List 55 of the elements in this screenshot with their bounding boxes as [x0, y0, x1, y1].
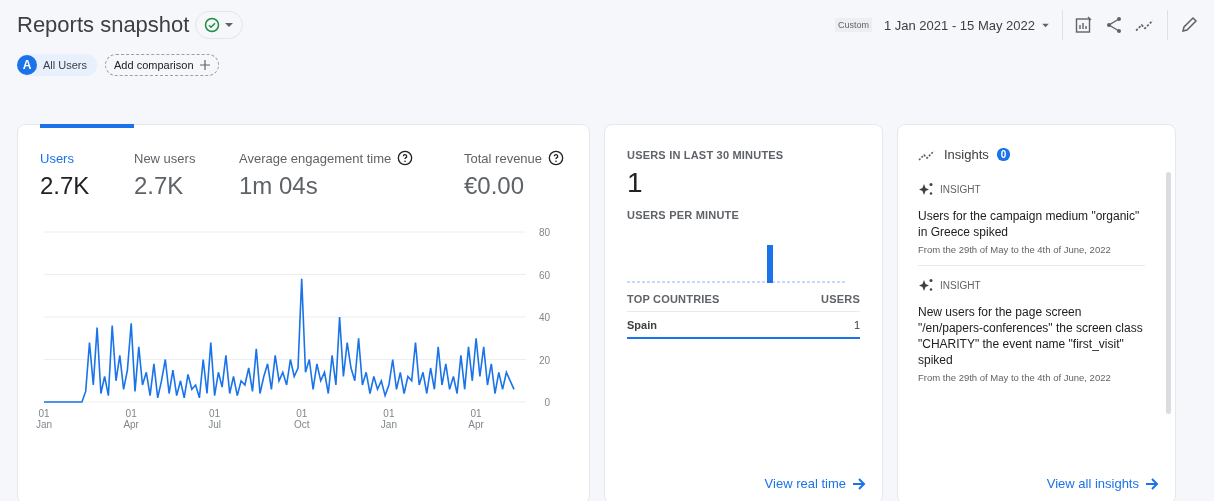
page-title: Reports snapshot: [17, 12, 190, 38]
scrollbar[interactable]: [1166, 172, 1171, 414]
edit-icon[interactable]: [1180, 16, 1198, 34]
check-circle-icon: [204, 17, 221, 33]
realtime-value: 1: [627, 167, 644, 199]
segment-chip[interactable]: A All Users: [17, 54, 97, 76]
insight-date: From the 29th of May to the 4th of June, 2022: [918, 372, 1112, 383]
share-icon[interactable]: [1105, 16, 1123, 34]
sparkle-icon: [918, 182, 934, 196]
plus-icon: [199, 60, 210, 70]
realtime-title: USERS IN LAST 30 MINUTES: [627, 149, 785, 161]
insight-text: Users for the campaign medium "organic" in Greece spiked: [918, 208, 1141, 240]
axis-tick-label: 01 Apr: [468, 408, 484, 430]
caret-icon: [1041, 22, 1050, 28]
arrow-right-icon: [1145, 477, 1159, 490]
date-preset-label: Custom: [834, 18, 872, 32]
help-icon[interactable]: [548, 150, 565, 166]
axis-tick-label: 0: [544, 397, 550, 408]
insights-count: 0: [996, 148, 1011, 161]
metric-tab[interactable]: New users 2.7K: [134, 124, 239, 200]
segment-label: All Users: [43, 59, 87, 71]
insight-tag: INSIGHT: [940, 279, 981, 291]
column-header: TOP COUNTRIES: [627, 293, 720, 305]
date-range-picker[interactable]: 1 Jan 2021 - 15 May 2022: [883, 17, 1050, 33]
metric-tab[interactable]: Users 2.7K: [40, 124, 134, 200]
axis-tick-label: 01 Oct: [293, 408, 310, 430]
view-real-time-link[interactable]: View real time: [764, 476, 866, 491]
segment-letter: A: [17, 55, 37, 75]
axis-tick-label: 01 Jul: [208, 408, 221, 430]
axis-tick-label: 40: [538, 312, 550, 323]
status-dropdown[interactable]: [195, 11, 244, 39]
axis-tick-label: 01 Apr: [123, 408, 139, 430]
insight-date: From the 29th of May to the 4th of June, 2022: [918, 244, 1112, 255]
metric-tab[interactable]: Total revenue €0.00: [464, 124, 584, 200]
metric-tab[interactable]: Average engagement time 1m 04s: [239, 124, 464, 200]
country-cell: Spain: [627, 319, 657, 331]
insights-icon[interactable]: [1135, 18, 1155, 32]
axis-tick-label: 80: [538, 227, 550, 238]
axis-tick-label: 01 Jan: [380, 408, 397, 430]
insight-tag: INSIGHT: [940, 183, 981, 195]
axis-tick-label: 60: [538, 269, 550, 281]
insight-text: New users for the page screen "/en/papers-conferences" the screen class "CHARITY" the event name "first_visit" spiked: [918, 304, 1144, 368]
sparkle-icon: [918, 278, 934, 292]
axis-tick-label: 20: [538, 354, 550, 366]
axis-tick-label: 01 Jan: [35, 408, 53, 430]
view-all-insights-link[interactable]: View all insights: [1046, 476, 1159, 491]
help-icon[interactable]: [397, 150, 414, 166]
caret-icon: [224, 22, 235, 28]
column-header: USERS: [821, 293, 860, 305]
per-minute-label: USERS PER MINUTE: [627, 209, 740, 221]
insights-title: Insights: [944, 147, 989, 162]
users-cell: 1: [853, 319, 860, 331]
arrow-right-icon: [852, 477, 866, 490]
customize-report-icon[interactable]: [1075, 16, 1093, 34]
trend-icon: [918, 148, 936, 161]
